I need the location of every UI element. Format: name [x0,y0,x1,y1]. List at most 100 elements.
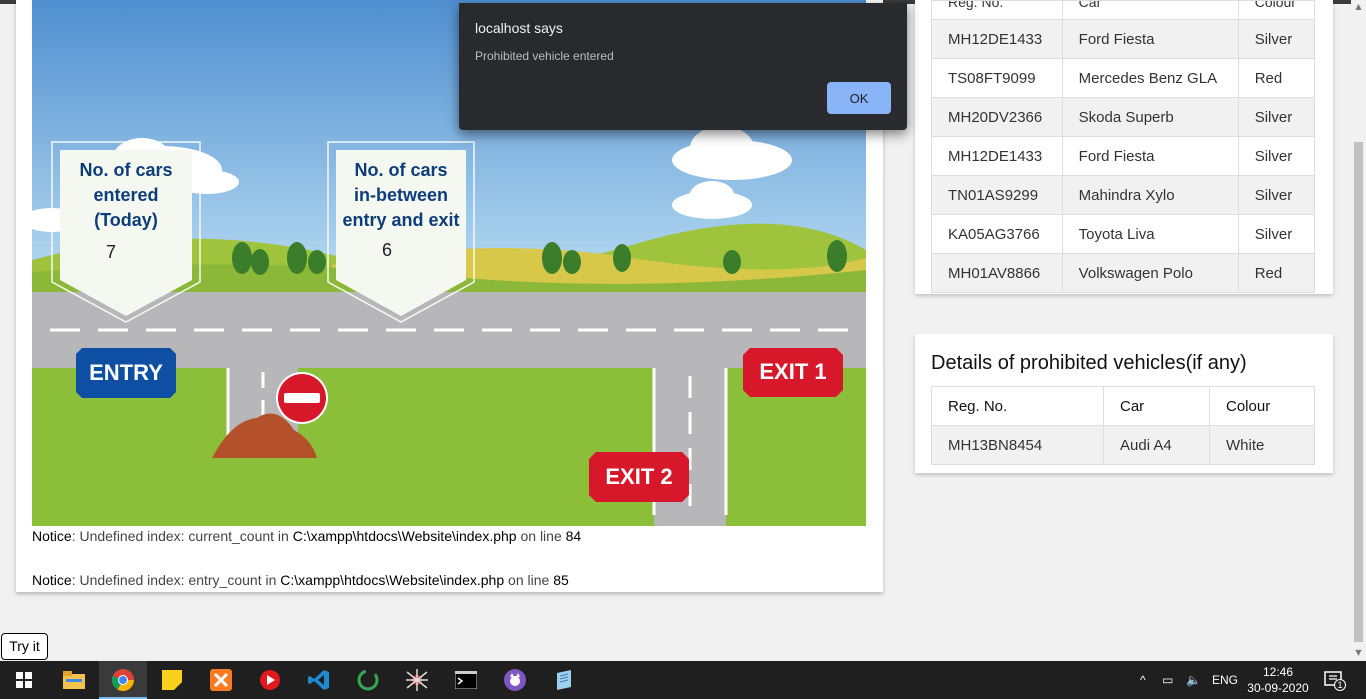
sign-between-line: No. of cars [354,160,448,180]
prohibited-title: Details of prohibited vehicles(if any) [931,352,1247,374]
cars-in-between-value: 6 [382,240,393,260]
language-indicator[interactable]: ENG [1212,661,1238,699]
spider-app-icon[interactable] [393,661,441,699]
try-it-button[interactable]: Try it [1,633,48,660]
table-row: KA05AG3766 Toyota Liva Silver [931,214,1316,254]
vehicle-table-card: Reg. No. Car Colour MH12DE1433 Ford Fies… [915,0,1333,294]
scrollbar-thumb[interactable] [1354,142,1363,642]
column-header-colour: Colour [1209,386,1315,426]
alert-dialog: localhost says Prohibited vehicle entere… [459,3,907,130]
notepad-icon[interactable] [540,661,588,699]
taskbar: ^ ▭ 🔈 ENG 12:46 30-09-2020 1 [0,661,1366,699]
sign-between-line: entry and exit [342,210,460,230]
reg-no-cell: MH12DE1433 [931,136,1063,176]
reg-no-cell: MH13BN8454 [931,425,1104,465]
xampp-icon[interactable] [197,661,245,699]
car-cell: Skoda Superb [1061,97,1239,137]
car-cell: Toyota Liva [1061,214,1239,254]
colour-cell: Red [1237,58,1316,98]
network-icon[interactable]: ▭ [1162,661,1173,699]
car-cell: Ford Fiesta [1061,19,1239,59]
cars-entered-value: 7 [106,242,117,262]
show-hidden-icons-icon[interactable]: ^ [1140,661,1146,699]
car-cell: Audi A4 [1103,425,1210,465]
sign-entered-line: No. of cars [79,160,173,180]
notice-path: C:\xampp\htdocs\Website\index.php [292,528,517,544]
colour-cell: Silver [1237,97,1316,137]
ok-button[interactable]: OK [827,82,891,114]
colour-cell: Silver [1237,175,1316,215]
table-row: TS08FT9099 Mercedes Benz GLA Red [931,58,1316,98]
colour-cell: White [1209,425,1315,465]
circle-app-icon[interactable] [344,661,392,699]
scroll-up-icon[interactable]: ▲ [1354,2,1363,12]
car-cell: Mahindra Xylo [1061,175,1239,215]
volume-icon[interactable]: 🔈 [1186,661,1201,699]
dialog-message: Prohibited vehicle entered [475,49,614,63]
notice-text: : Undefined index: entry_count in [71,572,281,588]
table-header-row: Reg. No. Car Colour [931,386,1315,426]
colour-cell: Silver [1237,19,1316,59]
windows-start-icon[interactable] [0,661,48,699]
notice-line: 84 [565,528,582,544]
column-header-reg: Reg. No. [931,386,1104,426]
table-row: MH20DV2366 Skoda Superb Silver [931,97,1316,137]
table-row: TN01AS9299 Mahindra Xylo Silver [931,175,1316,215]
notice-path: C:\xampp\htdocs\Website\index.php [280,572,505,588]
reg-no-cell: TS08FT9099 [931,58,1063,98]
vscode-icon[interactable] [295,661,343,699]
colour-cell: Red [1237,253,1316,293]
exit-1-label: EXIT 1 [759,359,827,384]
notice-prefix: Notice [32,528,72,544]
notice-line-text: on line [504,572,554,588]
prohibited-vehicles-card: Details of prohibited vehicles(if any) R… [915,334,1333,473]
notice-line: 85 [553,572,569,588]
sign-between-line: in-between [353,185,448,205]
notifications-icon[interactable]: 1 [1324,661,1348,699]
clock-date: 30-09-2020 [1247,681,1309,695]
table-row: MH13BN8454 Audi A4 White [931,425,1315,465]
media-player-icon[interactable] [246,661,294,699]
reg-no-cell: MH12DE1433 [931,19,1063,59]
prohibited-table: Reg. No. Car Colour MH13BN8454 Audi A4 W… [931,386,1315,465]
car-cell: Volkswagen Polo [1061,253,1239,293]
car-cell: Ford Fiesta [1061,136,1239,176]
terminal-icon[interactable] [442,661,490,699]
no-entry-sign-icon [276,372,328,424]
notification-count-badge: 1 [1334,679,1346,691]
dialog-title: localhost says [475,20,563,36]
colour-cell: Silver [1237,214,1316,254]
reg-no-cell: TN01AS9299 [931,175,1063,215]
php-notice: Notice: Undefined index: current_count i… [32,528,581,544]
sticky-notes-icon[interactable] [148,661,196,699]
notice-text: : Undefined index: current_count in [71,528,293,544]
sign-entered-line: entered [93,185,159,205]
table-header-row: Reg. No. Car Colour [931,0,1316,20]
column-header-car: Car [1103,386,1210,426]
column-header-reg: Reg. No. [948,0,1004,11]
sign-entered-line: (Today) [94,210,158,230]
table-row: MH12DE1433 Ford Fiesta Silver [931,19,1316,59]
cat-app-icon[interactable] [491,661,539,699]
exit-2-label: EXIT 2 [605,464,673,489]
colour-cell: Silver [1237,136,1316,176]
notice-line-text: on line [516,528,566,544]
php-notice: Notice: Undefined index: entry_count in … [32,572,569,588]
scroll-down-icon[interactable]: ▼ [1354,648,1363,658]
clock-time: 12:46 [1262,665,1294,679]
entry-label: ENTRY [89,360,163,385]
vertical-scrollbar[interactable]: ▲ ▼ [1351,0,1366,661]
reg-no-cell: MH01AV8866 [931,253,1063,293]
file-explorer-icon[interactable] [50,661,98,699]
chrome-icon[interactable] [99,661,147,699]
column-header-car: Car [1078,0,1102,11]
vehicle-table: Reg. No. Car Colour MH12DE1433 Ford Fies… [931,0,1316,293]
table-row: MH01AV8866 Volkswagen Polo Red [931,253,1316,293]
reg-no-cell: KA05AG3766 [931,214,1063,254]
column-header-colour: Colour [1254,0,1296,11]
taskbar-clock[interactable]: 12:46 30-09-2020 [1244,664,1312,696]
table-row: MH12DE1433 Ford Fiesta Silver [931,136,1316,176]
reg-no-cell: MH20DV2366 [931,97,1063,137]
notice-prefix: Notice [32,572,72,588]
car-cell: Mercedes Benz GLA [1061,58,1239,98]
